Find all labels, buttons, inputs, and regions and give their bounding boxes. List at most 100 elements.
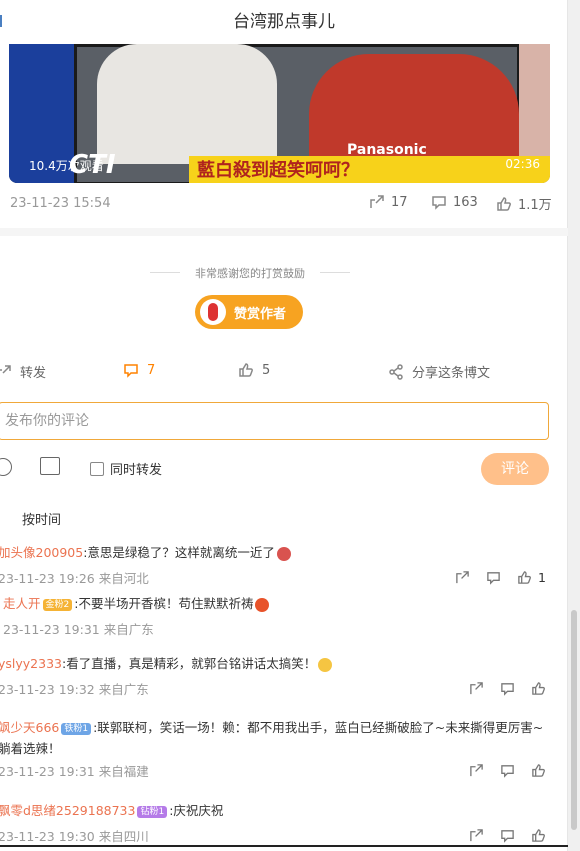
video-player[interactable]: 藍白殺到超笑呵呵？ Panasonic CTI 10.4万次观看 02:36 <box>9 44 550 183</box>
reward-thanks-text: 非常感谢您的打赏鼓励 <box>150 265 350 281</box>
comment-text: :看了直播，真是精彩，就郭台铭讲话太搞笑！ <box>62 656 317 671</box>
comment-username[interactable]: 飒少天666 <box>0 720 59 735</box>
comment-actions <box>469 679 566 698</box>
comment-body: 飘零d思绪2529188733 钻粉1:庆祝庆祝 <box>0 802 566 820</box>
comment-actions: 1 <box>455 568 566 587</box>
comment-item: 飒少天666 铁粉1:联郭联柯，笑话一场！赖：都不用我出手，蓝白已经撕破脸了~未来… <box>0 717 566 780</box>
author-avatar <box>200 299 226 325</box>
submit-comment-button[interactable]: 评论 <box>481 453 549 485</box>
comment-item: 走人开 金粉2:不要半场开香槟！苟住默默祈祷 23-11-23 19:31 来自广… <box>3 595 571 638</box>
comment-body: 走人开 金粉2:不要半场开香槟！苟住默默祈祷 <box>3 595 571 613</box>
emoji-icon <box>276 546 291 561</box>
comment-like-button[interactable]: 1 <box>517 570 546 585</box>
comment-text: :庆祝庆祝 <box>169 803 224 818</box>
comment-username[interactable]: 加头像200905 <box>0 545 83 560</box>
comment-count: 163 <box>453 194 478 210</box>
comment-time: 23-11-23 19:26 来自河北 <box>0 571 149 586</box>
forward-button[interactable]: 转发 <box>0 362 46 381</box>
section-separator <box>0 228 568 236</box>
reply-icon[interactable] <box>486 570 501 585</box>
thumbs-up-icon <box>518 571 532 584</box>
video-frame-person <box>97 44 277 164</box>
share-icon[interactable] <box>455 570 470 585</box>
also-forward-checkbox[interactable] <box>90 461 104 476</box>
comment-username[interactable]: yslyy2333 <box>0 656 62 671</box>
post-meta: 23-11-23 15:54 17 163 1.1万 <box>0 190 568 220</box>
comment-action-count: 7 <box>147 362 156 378</box>
comment-time: 23-11-23 19:32 来自广东 <box>0 682 149 697</box>
scrollbar-thumb[interactable] <box>571 610 577 830</box>
header-left-mark <box>0 15 2 27</box>
video-view-count: 10.4万次观看 <box>29 159 104 173</box>
forward-icon <box>0 364 11 374</box>
comment-tools: 同时转发 评论 <box>0 452 568 485</box>
comment-icon <box>124 364 138 378</box>
share-stat[interactable]: 17 <box>369 194 408 210</box>
share-icon[interactable] <box>469 828 484 843</box>
share-icon[interactable] <box>469 681 484 696</box>
share-icon[interactable] <box>469 763 484 778</box>
comment-username[interactable]: 飘零d思绪2529188733 <box>0 803 135 818</box>
share-post-button[interactable]: 分享这条博文 <box>388 362 490 381</box>
like-stat[interactable]: 1.1万 <box>496 194 552 213</box>
thumbs-up-icon <box>239 363 253 377</box>
emoji-icon <box>318 657 333 672</box>
post-date: 23-11-23 15:54 <box>10 196 111 211</box>
comment-like-count: 1 <box>538 570 546 585</box>
comment-actions <box>469 826 566 845</box>
comment-item: 飘零d思绪2529188733 钻粉1:庆祝庆祝 23-11-23 19:30 来… <box>0 802 566 845</box>
comment-text: :意思是绿稳了？这样就离统一近了 <box>83 545 275 560</box>
bottom-border <box>0 845 568 847</box>
like-button[interactable]: 5 <box>238 362 270 378</box>
comment-button[interactable]: 7 <box>123 362 155 378</box>
forward-label: 转发 <box>20 366 47 381</box>
comment-time: 23-11-23 19:31 来自福建 <box>0 764 149 779</box>
comment-item: 加头像200905:意思是绿稳了？这样就离统一近了 23-11-23 19:26… <box>0 544 566 587</box>
comment-text: :不要半场开香槟！苟住默默祈祷 <box>74 596 254 611</box>
comment-input-box[interactable] <box>0 402 549 440</box>
video-ticker: 藍白殺到超笑呵呵？ <box>189 156 550 183</box>
reward-button-label: 赞赏作者 <box>234 306 287 322</box>
video-brand-logo: Panasonic <box>347 142 427 158</box>
comment-time: 23-11-23 19:31 来自广东 <box>3 622 154 637</box>
image-icon[interactable] <box>40 457 60 475</box>
comment-stat[interactable]: 163 <box>431 194 478 210</box>
comment-input[interactable] <box>0 403 527 439</box>
comment-time: 23-11-23 19:30 来自四川 <box>0 829 149 844</box>
comment-body: 飒少天666 铁粉1:联郭联柯，笑话一场！赖：都不用我出手，蓝白已经撕破脸了~未来… <box>0 717 548 759</box>
fan-badge: 金粉2 <box>42 598 73 611</box>
share-icon <box>370 195 384 208</box>
fan-badge: 铁粉1 <box>61 722 92 735</box>
comment-item: yslyy2333:看了直播，真是精彩，就郭台铭讲话太搞笑！ 23-11-23 … <box>0 655 566 698</box>
comment-footer: 23-11-23 19:32 来自广东 <box>0 679 566 698</box>
comment-footer: 23-11-23 19:30 来自四川 <box>0 826 566 845</box>
reply-icon[interactable] <box>500 828 515 843</box>
comment-username[interactable]: 走人开 <box>3 596 41 611</box>
reward-author-button[interactable]: 赞赏作者 <box>195 295 303 329</box>
reply-icon[interactable] <box>500 763 515 778</box>
comment-icon <box>432 196 446 210</box>
thumbs-up-icon[interactable] <box>531 681 546 696</box>
comment-actions <box>469 761 566 780</box>
sort-by-time[interactable]: 按时间 <box>22 509 61 528</box>
comment-body: 加头像200905:意思是绿稳了？这样就离统一近了 <box>0 544 566 562</box>
emoji-icon <box>255 597 270 612</box>
thumbs-up-icon <box>497 196 511 211</box>
comment-footer: 23-11-23 19:26 来自河北 1 <box>0 568 566 587</box>
share-nodes-icon <box>389 363 403 380</box>
reply-icon[interactable] <box>500 681 515 696</box>
share-count: 17 <box>391 194 408 210</box>
app-header: 台湾那点事儿 <box>0 0 568 44</box>
video-duration: 02:36 <box>505 157 540 171</box>
scrollbar[interactable] <box>567 0 580 851</box>
thumbs-up-icon[interactable] <box>531 763 546 778</box>
also-forward-option[interactable]: 同时转发 <box>90 459 162 478</box>
like-action-count: 5 <box>262 362 271 378</box>
thumbs-up-icon[interactable] <box>531 828 546 843</box>
emoji-icon[interactable] <box>0 458 12 476</box>
fan-badge: 钻粉1 <box>137 805 168 818</box>
share-post-label: 分享这条博文 <box>412 366 491 381</box>
also-forward-label: 同时转发 <box>110 463 163 478</box>
comment-body: yslyy2333:看了直播，真是精彩，就郭台铭讲话太搞笑！ <box>0 655 566 673</box>
comment-footer: 23-11-23 19:31 来自广东 <box>3 619 571 638</box>
